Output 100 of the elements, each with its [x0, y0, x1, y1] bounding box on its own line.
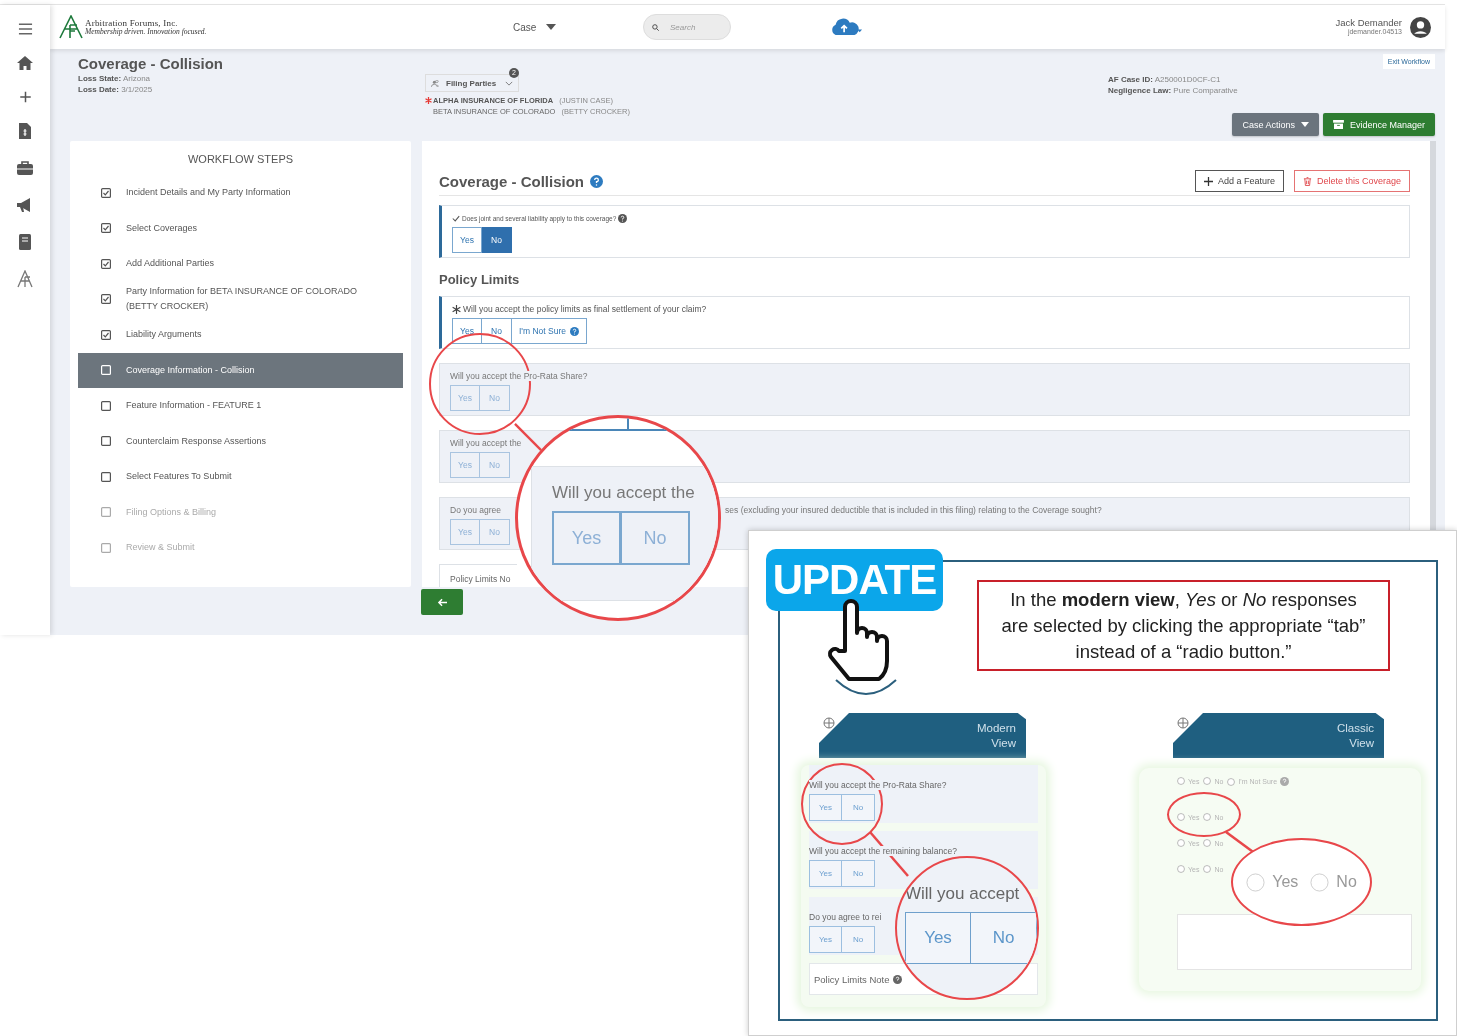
case-field: Negligence Law: Pure Comparative: [1108, 85, 1238, 97]
radio-button[interactable]: [1203, 777, 1212, 785]
case-actions-button[interactable]: Case Actions: [1232, 113, 1319, 136]
answer-tab[interactable]: Yes: [905, 912, 971, 964]
radio-button[interactable]: [1203, 865, 1212, 873]
arrow-left-icon: [436, 597, 448, 607]
question-text: Will you accept the Pro-Rata Share?: [450, 371, 588, 381]
answer-tab[interactable]: No: [482, 318, 512, 344]
case-field: Loss State: Arizona: [78, 73, 425, 85]
workflow-step[interactable]: Liability Arguments: [78, 317, 403, 353]
logo-name: Arbitration Forums, Inc.: [85, 18, 178, 28]
radio-label: Yes: [1272, 873, 1299, 891]
checkbox[interactable]: [101, 223, 111, 234]
checkbox[interactable]: [101, 329, 111, 340]
case-menu[interactable]: Case: [513, 21, 643, 33]
logo-icon: [58, 15, 84, 39]
update-badge: UPDATE: [766, 549, 943, 611]
caret-icon: [546, 24, 557, 30]
help-icon[interactable]: [590, 174, 604, 188]
note-label: Policy Limits Note: [814, 973, 890, 985]
answer-tab[interactable]: No: [842, 860, 875, 887]
radio-button[interactable]: [1177, 865, 1185, 873]
menu-icon[interactable]: [17, 23, 33, 35]
search-field[interactable]: Search: [643, 14, 731, 40]
view-title: Modern View: [976, 721, 1016, 750]
plus-icon: [1203, 176, 1213, 186]
workflow-step[interactable]: Add Additional Parties: [78, 246, 403, 282]
filing-parties-dropdown[interactable]: Filing Parties: [425, 74, 520, 92]
radio-label: No: [1336, 873, 1357, 891]
caret-icon: [1300, 122, 1309, 127]
answer-tab[interactable]: No: [971, 912, 1037, 964]
back-button[interactable]: [421, 589, 463, 615]
evidence-manager-button[interactable]: Evidence Manager: [1322, 113, 1435, 136]
home-icon[interactable]: [16, 54, 34, 72]
required-icon: [452, 304, 461, 314]
workflow-step[interactable]: Feature Information - FEATURE 1: [78, 388, 403, 424]
delete-coverage-button[interactable]: Delete this Coverage: [1293, 170, 1410, 192]
answer-tab[interactable]: No: [842, 926, 875, 953]
checkbox[interactable]: [101, 187, 111, 198]
workflow-step[interactable]: Incident Details and My Party Information: [78, 175, 403, 211]
avatar-icon[interactable]: [1410, 16, 1431, 38]
section-title: Policy Limits: [439, 272, 521, 287]
workflow-step[interactable]: Party Information for BETA INSURANCE OF COLORADO (BETTY CROCKER): [78, 281, 403, 317]
view-title: Classic View: [1335, 721, 1374, 750]
cloud-upload-icon[interactable]: [829, 17, 863, 37]
archive-icon: [1332, 120, 1344, 129]
help-icon: [892, 974, 902, 984]
question-text: Will you accept the Pro-Rata Share?: [809, 780, 947, 790]
callout-note: In the modern view, Yes or No responses are selected by clicking the appropriate “tab” instead of a “radio button.”: [977, 580, 1390, 671]
case-field: Loss Date: 3/1/2025: [78, 84, 425, 96]
book-icon[interactable]: [16, 233, 34, 251]
question-text: Will you accept the remaining balance?: [809, 846, 957, 856]
radio-button[interactable]: [1227, 777, 1236, 786]
add-feature-button[interactable]: Add a Feature: [1194, 170, 1284, 192]
radio-button[interactable]: [1310, 872, 1330, 892]
pointing-hand-icon: [825, 599, 891, 683]
corner-icon: [1173, 713, 1203, 743]
answer-tab[interactable]: Yes: [809, 794, 842, 821]
workflow-step[interactable]: Select Coverages: [78, 210, 403, 246]
people-icon: [431, 79, 441, 87]
answer-tab[interactable]: Yes: [809, 860, 842, 887]
corner-icon: [819, 713, 849, 743]
radio-button[interactable]: [1203, 813, 1212, 821]
radio-button[interactable]: [1177, 813, 1185, 821]
invoice-icon[interactable]: [16, 122, 34, 140]
workflow-step[interactable]: Coverage Information - Collision: [78, 352, 403, 388]
help-icon[interactable]: [618, 213, 628, 223]
search-input[interactable]: Search: [668, 21, 722, 33]
answer-tab[interactable]: I'm Not Sure: [512, 318, 587, 344]
checkbox[interactable]: [101, 436, 111, 447]
help-icon: [570, 326, 579, 336]
search-icon: [652, 21, 659, 33]
form-title: Coverage - Collision: [439, 172, 585, 190]
answer-tab[interactable]: No: [482, 227, 512, 253]
radio-button[interactable]: [1246, 872, 1266, 892]
radio-button[interactable]: [1177, 839, 1185, 847]
trash-icon: [1302, 176, 1312, 186]
help-icon: [1280, 777, 1290, 786]
workflow-title: WORKFLOW STEPS: [186, 153, 295, 165]
workflow-step[interactable]: Counterclaim Response Assertions: [78, 423, 403, 459]
logo-icon[interactable]: [16, 270, 34, 288]
radio-button[interactable]: [1177, 777, 1185, 785]
checkbox[interactable]: [101, 294, 111, 305]
question-text: Do you agree to rei: [809, 912, 882, 922]
note-label: Policy Limits No: [450, 574, 511, 584]
workflow-step[interactable]: Select Features To Submit: [78, 459, 403, 495]
answer-tab[interactable]: No: [842, 794, 875, 821]
answer-tab[interactable]: Yes: [452, 227, 482, 253]
plus-icon[interactable]: [17, 91, 33, 103]
checkbox[interactable]: [101, 258, 111, 269]
chevron-icon: [505, 80, 514, 86]
question-text: ses (excluding your insured deductible that is included in this filing) relating to the Coverage sought?: [725, 505, 1102, 515]
briefcase-icon[interactable]: [16, 159, 34, 177]
radio-button[interactable]: [1203, 839, 1212, 847]
answer-tab[interactable]: Yes: [809, 926, 842, 953]
answer-tab[interactable]: Yes: [452, 318, 482, 344]
checkbox[interactable]: [101, 471, 111, 482]
user-name: Jack Demander: [1335, 18, 1402, 29]
question-text: Will you accept the policy limits as final settlement of your claim?: [463, 304, 707, 314]
checkbox[interactable]: [101, 400, 111, 411]
